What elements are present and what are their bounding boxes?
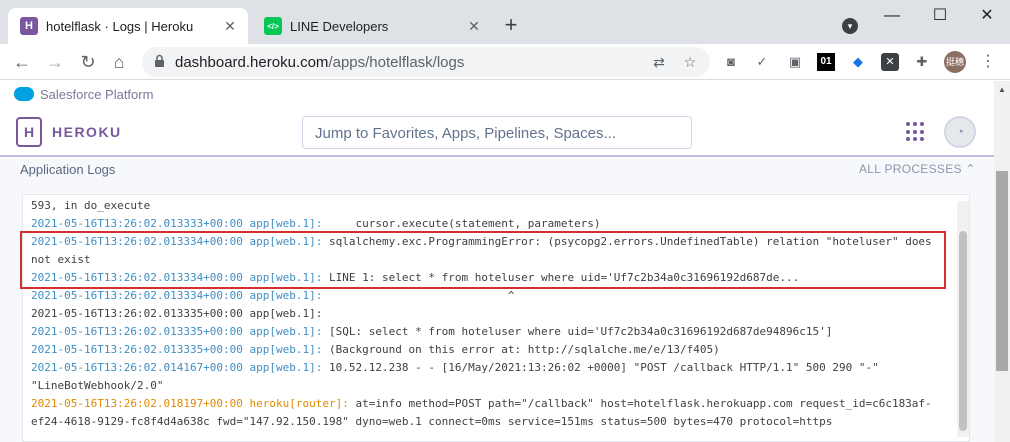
url-path: /apps/hotelflask/logs <box>328 54 465 71</box>
search-placeholder: Jump to Favorites, Apps, Pipelines, Spac… <box>315 125 616 142</box>
log-message: [SQL: select * from hoteluser where uid=… <box>322 325 833 338</box>
new-tab-button[interactable]: + <box>499 14 523 38</box>
line-favicon-icon: </> <box>264 17 282 35</box>
minimize-button[interactable]: — <box>877 6 907 26</box>
heroku-brand[interactable]: HEROKU <box>52 124 122 140</box>
log-message: (Background on this error at: http://sql… <box>322 343 720 356</box>
log-timestamp: 2021-05-16T13:26:02.013333+00:00 <box>31 217 243 230</box>
puzzle-icon[interactable]: ✚ <box>913 53 931 71</box>
log-line: 2021-05-16T13:26:02.013335+00:00 app[web… <box>31 341 720 359</box>
log-message: 10.52.12.238 - - [16/May/2021:13:26:02 +… <box>322 361 879 374</box>
scroll-up-arrow-icon[interactable]: ▲ <box>998 85 1006 94</box>
application-logs-section: Application Logs ALL PROCESSES ⌃ 593, in… <box>0 158 994 442</box>
log-line: 593, in do_execute <box>31 197 150 215</box>
browser-toolbar: ← → ↻ ⌂ dashboard.heroku.com/apps/hotelf… <box>0 44 1010 80</box>
log-timestamp: 2021-05-16T13:26:02.014167+00:00 <box>31 361 243 374</box>
forward-arrow-icon[interactable]: → <box>43 50 67 74</box>
camera-icon[interactable]: ◙ <box>722 53 740 71</box>
extension-icon[interactable]: ▣ <box>786 53 804 71</box>
tab-close-icon[interactable]: ✕ <box>462 18 486 35</box>
page-scrollbar[interactable]: ▲ <box>994 81 1010 442</box>
close-window-button[interactable]: ✕ <box>972 6 1002 26</box>
process-filter-dropdown[interactable]: ALL PROCESSES ⌃ <box>859 162 976 176</box>
heroku-logo-icon[interactable]: H <box>16 117 42 147</box>
log-line: "LineBotWebhook/2.0" <box>31 377 163 395</box>
log-source: app[web.1]: <box>249 289 323 302</box>
log-line: 2021-05-16T13:26:02.013334+00:00 app[web… <box>31 287 514 305</box>
profile-avatar[interactable]: 挺穗 <box>944 51 966 73</box>
maximize-button[interactable]: ☐ <box>925 6 955 26</box>
salesforce-label: Salesforce Platform <box>40 86 154 102</box>
reload-icon[interactable]: ↻ <box>76 50 100 74</box>
log-timestamp: 2021-05-16T13:26:02.018197+00:00 <box>31 397 243 410</box>
page-scroll-thumb[interactable] <box>996 171 1008 371</box>
home-icon[interactable]: ⌂ <box>107 50 131 74</box>
apps-grid-icon[interactable] <box>906 122 926 142</box>
log-source: app[web.1]: <box>249 325 323 338</box>
log-source: app[web.1]: <box>249 361 323 374</box>
tab-title: hotelflask · Logs | Heroku <box>46 18 194 34</box>
star-icon[interactable]: ☆ <box>681 53 699 71</box>
tab-search-icon[interactable]: ▾ <box>842 18 858 34</box>
log-line: 2021-05-16T13:26:02.013335+00:00 app[web… <box>31 323 832 341</box>
tab-line-developers[interactable]: </> LINE Developers ✕ <box>252 8 492 44</box>
log-scroll-thumb[interactable] <box>959 231 967 431</box>
log-line: 2021-05-16T13:26:02.013335+00:00 app[web… <box>31 305 322 323</box>
lock-icon <box>155 54 164 67</box>
log-message: 2021-05-16T13:26:02.013335+00:00 app[web… <box>31 307 323 320</box>
checkmark-icon[interactable]: ✓ <box>753 53 771 71</box>
back-arrow-icon[interactable]: ← <box>10 50 34 74</box>
tab-close-icon[interactable]: ✕ <box>218 18 242 35</box>
heroku-favicon-icon: H <box>20 17 38 35</box>
url-text: dashboard.heroku.com/apps/hotelflask/log… <box>175 54 464 71</box>
log-message: ^ <box>322 289 515 302</box>
log-source: heroku[router]: <box>249 397 349 410</box>
address-bar[interactable]: dashboard.heroku.com/apps/hotelflask/log… <box>142 47 710 77</box>
tab-title: LINE Developers <box>290 18 389 34</box>
jump-search-input[interactable]: Jump to Favorites, Apps, Pipelines, Spac… <box>302 116 692 149</box>
menu-kebab-icon[interactable]: ⋮ <box>979 53 997 71</box>
log-source: app[web.1]: <box>249 343 323 356</box>
tab-strip: H hotelflask · Logs | Heroku ✕ </> LINE … <box>0 0 1010 44</box>
log-scrollbar[interactable] <box>957 201 969 437</box>
log-line: ef24-4618-9129-fc8f4d4a638c fwd="147.92.… <box>31 413 832 431</box>
log-message: ef24-4618-9129-fc8f4d4a638c fwd="147.92.… <box>31 415 833 428</box>
tab-heroku-logs[interactable]: H hotelflask · Logs | Heroku ✕ <box>8 8 248 44</box>
translate-icon[interactable]: ⇄ <box>650 53 668 71</box>
log-message: at=info method=POST path="/callback" hos… <box>348 397 932 410</box>
log-message: 593, in do_execute <box>31 199 151 212</box>
error-highlight-box <box>20 231 946 289</box>
log-line: 2021-05-16T13:26:02.018197+00:00 heroku[… <box>31 395 932 413</box>
log-message: "LineBotWebhook/2.0" <box>31 379 164 392</box>
heroku-header: H HEROKU Jump to Favorites, Apps, Pipeli… <box>0 107 994 157</box>
extension-x-icon[interactable]: ✕ <box>881 53 899 71</box>
extension-01-icon[interactable]: 01 <box>817 53 835 71</box>
url-host: dashboard.heroku.com <box>175 54 329 71</box>
log-timestamp: 2021-05-16T13:26:02.013335+00:00 <box>31 343 243 356</box>
log-source: app[web.1]: <box>249 217 323 230</box>
log-line: 2021-05-16T13:26:02.014167+00:00 app[web… <box>31 359 879 377</box>
salesforce-cloud-icon <box>14 87 34 101</box>
user-avatar-icon[interactable]: ◔ <box>944 116 976 148</box>
salesforce-bar: Salesforce Platform <box>0 81 994 107</box>
log-timestamp: 2021-05-16T13:26:02.013335+00:00 <box>31 325 243 338</box>
log-timestamp: 2021-05-16T13:26:02.013334+00:00 <box>31 289 243 302</box>
extension-tag-icon[interactable]: ◆ <box>849 53 867 71</box>
application-logs-title: Application Logs <box>20 162 116 177</box>
log-message: cursor.execute(statement, parameters) <box>322 217 601 230</box>
